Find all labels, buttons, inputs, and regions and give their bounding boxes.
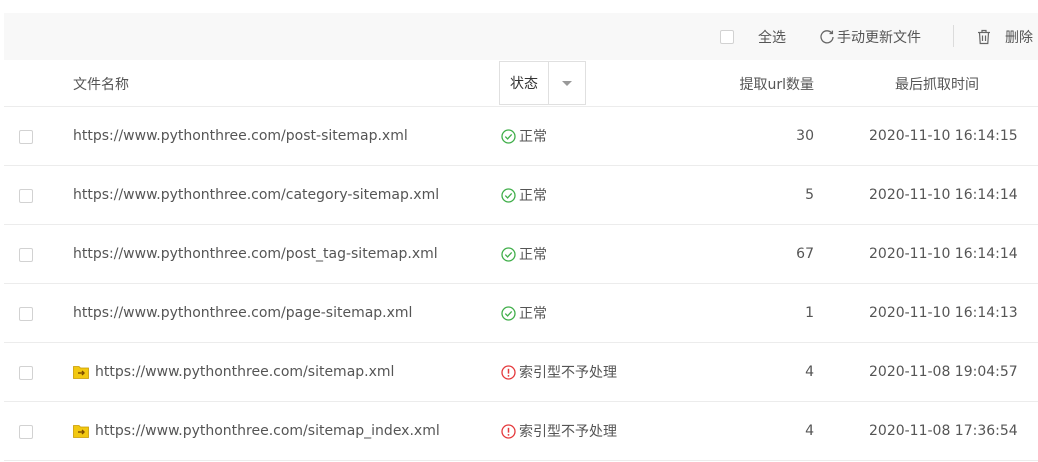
last-fetch-time: 2020-11-10 16:14:14: [869, 187, 1018, 203]
refresh-icon: [820, 29, 834, 43]
folder-index-icon: [73, 425, 89, 438]
manual-update-button[interactable]: 手动更新文件: [819, 13, 921, 60]
status-cell: 正常: [501, 107, 547, 165]
status-cell: 正常: [501, 166, 547, 224]
url-count: 4: [805, 364, 814, 380]
status-text: 正常: [519, 306, 547, 322]
status-text: 索引型不予处理: [519, 424, 617, 440]
toolbar: 全选 手动更新文件 删除: [4, 13, 1038, 60]
select-all-label[interactable]: 全选: [758, 13, 786, 60]
table-row: https://www.pythonthree.com/category-sit…: [4, 166, 1038, 225]
row-checkbox[interactable]: [19, 366, 33, 380]
status-cell: 正常: [501, 225, 547, 283]
url-count: 67: [796, 246, 814, 262]
url-count: 30: [796, 128, 814, 144]
url-count: 5: [805, 187, 814, 203]
table-header: 文件名称 状态 提取url数量 最后抓取时间: [4, 60, 1038, 107]
sitemap-url-cell[interactable]: https://www.pythonthree.com/sitemap_inde…: [73, 402, 440, 460]
table-body: https://www.pythonthree.com/post-sitemap…: [4, 107, 1038, 461]
status-text: 正常: [519, 188, 547, 204]
sitemap-url-cell[interactable]: https://www.pythonthree.com/page-sitemap…: [73, 284, 412, 342]
column-header-status: 状态: [500, 62, 549, 104]
url-count: 1: [805, 305, 814, 321]
last-fetch-time: 2020-11-08 17:36:54: [869, 423, 1018, 439]
status-cell: 索引型不予处理: [501, 343, 617, 401]
row-checkbox[interactable]: [19, 425, 33, 439]
check-circle-icon: [501, 187, 516, 203]
status-filter[interactable]: 状态: [499, 61, 586, 105]
sitemap-url[interactable]: https://www.pythonthree.com/category-sit…: [73, 187, 439, 203]
select-all-checkbox[interactable]: [720, 30, 734, 44]
status-cell: 索引型不予处理: [501, 402, 617, 460]
status-text: 正常: [519, 129, 547, 145]
sitemap-url[interactable]: https://www.pythonthree.com/page-sitemap…: [73, 305, 412, 321]
check-circle-icon: [501, 305, 516, 321]
delete-button[interactable]: 删除: [977, 13, 1033, 60]
row-checkbox[interactable]: [19, 248, 33, 262]
table-row: https://www.pythonthree.com/sitemap_inde…: [4, 402, 1038, 461]
last-fetch-time: 2020-11-08 19:04:57: [869, 364, 1018, 380]
status-text: 索引型不予处理: [519, 365, 617, 381]
table-row: https://www.pythonthree.com/post_tag-sit…: [4, 225, 1038, 284]
status-text: 正常: [519, 247, 547, 263]
check-circle-icon: [501, 128, 516, 144]
last-fetch-time: 2020-11-10 16:14:14: [869, 246, 1018, 262]
sitemap-table-panel: 全选 手动更新文件 删除 文件名称 状态 提取url数量 最后抓取时间 http…: [0, 0, 1038, 462]
sitemap-url-cell[interactable]: https://www.pythonthree.com/category-sit…: [73, 166, 439, 224]
trash-icon: [978, 29, 990, 44]
row-checkbox[interactable]: [19, 189, 33, 203]
sitemap-url[interactable]: https://www.pythonthree.com/sitemap.xml: [95, 364, 394, 380]
table-row: https://www.pythonthree.com/post-sitemap…: [4, 107, 1038, 166]
sitemap-url-cell[interactable]: https://www.pythonthree.com/post_tag-sit…: [73, 225, 438, 283]
last-fetch-time: 2020-11-10 16:14:13: [869, 305, 1018, 321]
delete-label: 删除: [1005, 29, 1033, 46]
manual-update-label: 手动更新文件: [837, 29, 921, 46]
last-fetch-time: 2020-11-10 16:14:15: [869, 128, 1018, 144]
table-row: https://www.pythonthree.com/page-sitemap…: [4, 284, 1038, 343]
check-circle-icon: [501, 246, 516, 262]
column-header-filename: 文件名称: [73, 76, 129, 93]
sitemap-url[interactable]: https://www.pythonthree.com/post-sitemap…: [73, 128, 408, 144]
folder-index-icon: [73, 366, 89, 379]
warning-circle-icon: [501, 423, 516, 439]
row-checkbox[interactable]: [19, 307, 33, 321]
status-filter-dropdown[interactable]: [549, 62, 585, 104]
sitemap-url[interactable]: https://www.pythonthree.com/post_tag-sit…: [73, 246, 438, 262]
sitemap-url-cell[interactable]: https://www.pythonthree.com/post-sitemap…: [73, 107, 408, 165]
caret-down-icon: [562, 80, 572, 86]
warning-circle-icon: [501, 364, 516, 380]
table-row: https://www.pythonthree.com/sitemap.xml 索…: [4, 343, 1038, 402]
sitemap-url[interactable]: https://www.pythonthree.com/sitemap_inde…: [95, 423, 440, 439]
column-header-last-fetch-time: 最后抓取时间: [895, 76, 979, 93]
row-checkbox[interactable]: [19, 130, 33, 144]
url-count: 4: [805, 423, 814, 439]
column-header-url-count: 提取url数量: [739, 76, 814, 93]
toolbar-divider: [953, 25, 954, 47]
sitemap-url-cell[interactable]: https://www.pythonthree.com/sitemap.xml: [73, 343, 394, 401]
status-cell: 正常: [501, 284, 547, 342]
